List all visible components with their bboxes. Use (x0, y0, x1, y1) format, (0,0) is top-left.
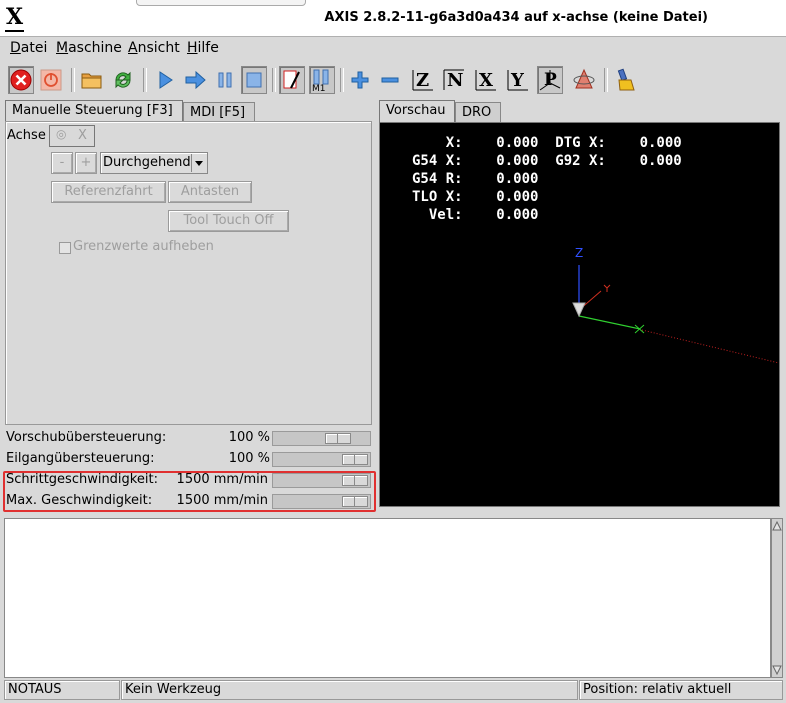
estop-icon[interactable] (8, 66, 34, 94)
svg-text:N: N (447, 70, 463, 91)
open-file-icon[interactable] (79, 66, 105, 94)
pause-icon[interactable] (212, 66, 238, 94)
slider-thumb[interactable] (342, 454, 368, 465)
menu-maschine[interactable]: Maschine (56, 40, 122, 56)
home-button[interactable]: Referenzfahrt (51, 181, 166, 203)
zoom-out-icon[interactable] (377, 66, 403, 94)
rapid-override-slider[interactable] (272, 452, 371, 467)
axis-label: Achse (7, 128, 46, 143)
status-position: Position: relativ aktuell (579, 680, 783, 700)
tab-preview[interactable]: Vorschau (379, 100, 455, 122)
feed-override-slider[interactable] (272, 431, 371, 446)
status-machine: NOTAUS (4, 680, 120, 700)
manual-control-panel: Achse ◎ X - + Durchgehend Referenzfahrt … (5, 121, 372, 425)
gcode-text-area[interactable] (4, 518, 771, 678)
clear-plot-icon[interactable] (613, 66, 639, 94)
machine-power-icon[interactable] (38, 66, 64, 94)
view-x-icon[interactable]: X (473, 66, 499, 94)
menu-bar: Datei Maschine Ansicht Hilfe (0, 37, 786, 61)
rapid-override-value: 100 % (228, 451, 270, 466)
view-z-icon[interactable]: Z (410, 66, 436, 94)
highlight-box (3, 471, 376, 512)
scroll-down-icon (772, 665, 782, 675)
reload-icon[interactable] (110, 66, 136, 94)
tab-mdi[interactable]: MDI [F5] (183, 102, 255, 122)
tab-dro[interactable]: DRO (455, 102, 501, 122)
menu-ansicht[interactable]: Ansicht (128, 40, 180, 56)
zoom-in-icon[interactable] (347, 66, 373, 94)
menu-datei[interactable]: Datei (10, 40, 47, 56)
slider-thumb[interactable] (325, 433, 351, 444)
z-axis-label: Z (575, 246, 583, 260)
tool-touch-off-button[interactable]: Tool Touch Off (168, 210, 289, 232)
menu-hilfe[interactable]: Hilfe (187, 40, 219, 56)
run-icon[interactable] (152, 66, 178, 94)
optional-stop-icon[interactable]: M1 (309, 66, 335, 94)
svg-text:X: X (479, 70, 493, 91)
x-window-icon[interactable]: X (4, 4, 25, 32)
override-limits-checkbox[interactable] (59, 242, 71, 254)
svg-text:M1: M1 (312, 84, 326, 92)
step-icon[interactable] (182, 66, 208, 94)
view-p-icon[interactable]: P (537, 66, 563, 94)
svg-text:Y: Y (510, 70, 525, 91)
status-tool: Kein Werkzeug (121, 680, 578, 700)
axis-radio-x[interactable]: ◎ X (49, 125, 95, 147)
jog-plus-button[interactable]: + (75, 152, 97, 174)
chevron-down-icon (191, 154, 206, 172)
override-limits-label: Grenzwerte aufheben (73, 239, 214, 254)
window-title: AXIS 2.8.2-11-g6a3d0a434 auf x-achse (ke… (324, 10, 708, 25)
axes-gizmo: Z (572, 246, 779, 364)
preview-canvas[interactable]: X: 0.000 DTG X: 0.000 G54 X: 0.000 G92 X… (379, 122, 780, 507)
stop-icon[interactable] (241, 66, 267, 94)
svg-text:Z: Z (416, 70, 429, 91)
feed-override-label: Vorschubübersteuerung: (6, 430, 167, 445)
title-bar: X AXIS 2.8.2-11-g6a3d0a434 auf x-achse (… (0, 0, 786, 37)
rapid-override-label: Eilgangübersteuerung: (6, 451, 155, 466)
toolbar: M1 Z N X Y P (0, 63, 786, 97)
view-y-icon[interactable]: Y (505, 66, 531, 94)
tab-manual[interactable]: Manuelle Steuerung [F3] (5, 100, 183, 122)
vertical-scrollbar[interactable] (771, 518, 783, 678)
rotate-icon[interactable] (571, 66, 597, 94)
scroll-up-icon (772, 521, 782, 531)
view-z2-icon[interactable]: N (441, 66, 467, 94)
feed-override-value: 100 % (228, 430, 270, 445)
window-tab-strip (136, 0, 306, 6)
touch-off-button[interactable]: Antasten (168, 181, 252, 203)
jog-minus-button[interactable]: - (51, 152, 73, 174)
jog-mode-select[interactable]: Durchgehend (100, 152, 208, 174)
block-delete-icon[interactable] (279, 66, 305, 94)
